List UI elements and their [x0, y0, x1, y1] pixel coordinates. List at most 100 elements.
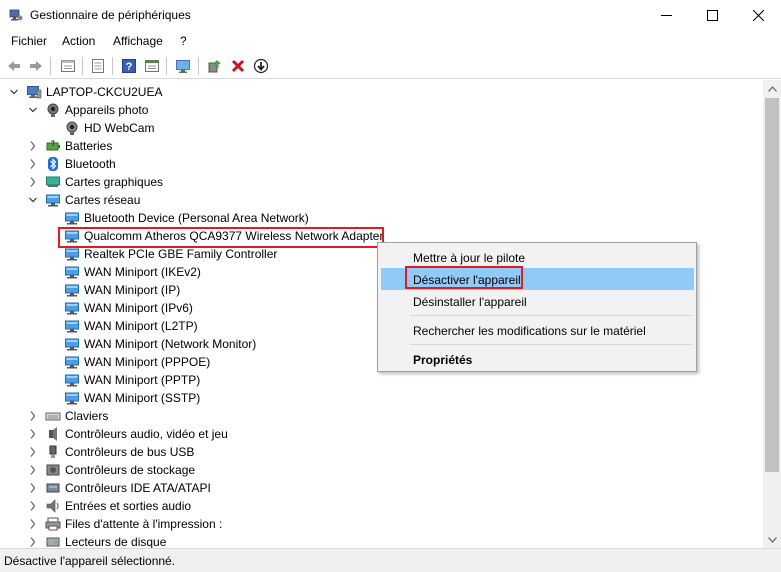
tree-item-batteries[interactable]: Batteries — [0, 137, 763, 155]
tree-item-wan-miniport-pptp[interactable]: WAN Miniport (PPTP) — [0, 371, 763, 389]
expand-chevron-icon[interactable] — [28, 536, 38, 548]
tree-item-label: Bluetooth Device (Personal Area Network) — [84, 211, 309, 225]
tree-item-entrees-et-sorties-audio[interactable]: Entrées et sorties audio — [0, 497, 763, 515]
menu-item-label: Désinstaller l'appareil — [413, 295, 527, 309]
menu-item-update-driver[interactable]: Mettre à jour le pilote — [381, 246, 694, 268]
toolbar-separator — [50, 57, 51, 75]
menu-separator — [410, 315, 692, 316]
expand-chevron-icon[interactable] — [28, 158, 38, 170]
tree-item-files-d-attente-a-l-impression[interactable]: Files d'attente à l'impression : — [0, 515, 763, 533]
tree-item-controleurs-de-bus-usb[interactable]: Contrôleurs de bus USB — [0, 443, 763, 461]
properties-sheet-icon[interactable] — [58, 56, 78, 76]
network-adapter-icon — [64, 354, 80, 370]
scroll-down-icon[interactable] — [763, 531, 781, 548]
scrollbar-thumb[interactable] — [765, 98, 779, 472]
tree-item-label: WAN Miniport (PPPOE) — [84, 355, 211, 369]
selected-device-red-outline — [58, 227, 384, 248]
expand-chevron-icon[interactable] — [28, 464, 38, 476]
action-panel-icon[interactable] — [142, 56, 162, 76]
tree-item-label: WAN Miniport (IKEv2) — [84, 265, 201, 279]
expand-chevron-icon[interactable] — [28, 482, 38, 494]
expand-chevron-icon[interactable] — [28, 176, 38, 188]
monitor-scan-icon[interactable] — [173, 56, 193, 76]
vertical-scrollbar[interactable] — [763, 80, 781, 548]
scroll-up-icon[interactable] — [763, 80, 781, 97]
display-adapter-icon — [45, 174, 61, 190]
collapse-chevron-icon[interactable] — [28, 194, 38, 206]
tree-item-bluetooth[interactable]: Bluetooth — [0, 155, 763, 173]
tree-item-label: WAN Miniport (IPv6) — [84, 301, 193, 315]
update-driver-icon[interactable] — [205, 56, 225, 76]
menu-help[interactable]: ? — [180, 34, 187, 48]
menu-item-label: Rechercher les modifications sur le maté… — [413, 324, 646, 338]
menu-item-scan-hardware[interactable]: Rechercher les modifications sur le maté… — [381, 319, 694, 341]
tree-item-label: Lecteurs de disque — [65, 535, 167, 548]
tree-item-hd-webcam[interactable]: HD WebCam — [0, 119, 763, 137]
expand-chevron-icon[interactable] — [28, 428, 38, 440]
expand-chevron-icon[interactable] — [28, 518, 38, 530]
menu-affichage[interactable]: Affichage — [113, 34, 163, 48]
network-adapter-icon — [64, 300, 80, 316]
maximize-button[interactable] — [689, 0, 735, 31]
menu-fichier[interactable]: Fichier — [11, 34, 47, 48]
tree-item-label: WAN Miniport (IP) — [84, 283, 181, 297]
expand-chevron-icon[interactable] — [28, 140, 38, 152]
tree-item-label: Cartes réseau — [65, 193, 141, 207]
tree-item-label: WAN Miniport (PPTP) — [84, 373, 201, 387]
tree-item-label: Contrôleurs de stockage — [65, 463, 196, 477]
tree-item-label: Contrôleurs de bus USB — [65, 445, 195, 459]
back-arrow-icon[interactable] — [4, 56, 24, 76]
ide-icon — [45, 480, 61, 496]
expand-chevron-icon[interactable] — [28, 500, 38, 512]
disk-icon — [45, 534, 61, 548]
minimize-button[interactable] — [643, 0, 689, 31]
tree-item-label: Realtek PCIe GBE Family Controller — [84, 247, 278, 261]
tree-item-label: HD WebCam — [84, 121, 155, 135]
printer-icon — [45, 516, 61, 532]
context-menu: Mettre à jour le pilote Désactiver l'app… — [377, 242, 697, 372]
expand-chevron-icon[interactable] — [28, 410, 38, 422]
menu-item-uninstall-device[interactable]: Désinstaller l'appareil — [381, 290, 694, 312]
disable-down-arrow-icon[interactable] — [251, 56, 271, 76]
uninstall-x-icon[interactable] — [228, 56, 248, 76]
tree-item-controleurs-audio-video-et-jeu[interactable]: Contrôleurs audio, vidéo et jeu — [0, 425, 763, 443]
list-view-icon[interactable] — [88, 56, 108, 76]
tree-item-claviers[interactable]: Claviers — [0, 407, 763, 425]
menu-item-properties[interactable]: Propriétés — [381, 348, 694, 370]
device-manager-icon — [9, 8, 23, 22]
tree-item-cartes-reseau[interactable]: Cartes réseau — [0, 191, 763, 209]
tree-item-appareils-photo[interactable]: Appareils photo — [0, 101, 763, 119]
tree-root[interactable]: LAPTOP-CKCU2UEA — [0, 83, 763, 101]
tree-item-wan-miniport-sstp[interactable]: WAN Miniport (SSTP) — [0, 389, 763, 407]
help-icon[interactable]: ? — [119, 56, 139, 76]
toolbar: ? — [0, 53, 781, 79]
close-button[interactable] — [735, 0, 781, 31]
expand-chevron-icon[interactable] — [28, 446, 38, 458]
network-adapter-icon — [64, 246, 80, 262]
collapse-chevron-icon[interactable] — [9, 86, 19, 98]
tree-item-label: WAN Miniport (Network Monitor) — [84, 337, 257, 351]
menu-action[interactable]: Action — [62, 34, 95, 48]
computer-icon — [26, 84, 42, 100]
speaker-icon — [45, 498, 61, 514]
battery-icon — [45, 138, 61, 154]
keyboard-icon — [45, 408, 61, 424]
forward-arrow-icon[interactable] — [26, 56, 46, 76]
tree-item-label: Files d'attente à l'impression : — [65, 517, 223, 531]
toolbar-separator — [82, 57, 83, 75]
network-adapter-icon — [64, 282, 80, 298]
tree-item-controleurs-ide-ata-atapi[interactable]: Contrôleurs IDE ATA/ATAPI — [0, 479, 763, 497]
tree-item-bluetooth-device-personal-area-network[interactable]: Bluetooth Device (Personal Area Network) — [0, 209, 763, 227]
tree-item-cartes-graphiques[interactable]: Cartes graphiques — [0, 173, 763, 191]
collapse-chevron-icon[interactable] — [28, 104, 38, 116]
status-bar: Désactive l'appareil sélectionné. — [0, 548, 781, 572]
menu-bar: Fichier Action Affichage ? — [0, 31, 781, 53]
tree-item-label: Contrôleurs audio, vidéo et jeu — [65, 427, 228, 441]
storage-icon — [45, 462, 61, 478]
camera-icon — [45, 102, 61, 118]
usb-icon — [45, 444, 61, 460]
webcam-icon — [64, 120, 80, 136]
tree-item-controleurs-de-stockage[interactable]: Contrôleurs de stockage — [0, 461, 763, 479]
tree-item-lecteurs-de-disque[interactable]: Lecteurs de disque — [0, 533, 763, 548]
network-adapter-icon — [64, 390, 80, 406]
